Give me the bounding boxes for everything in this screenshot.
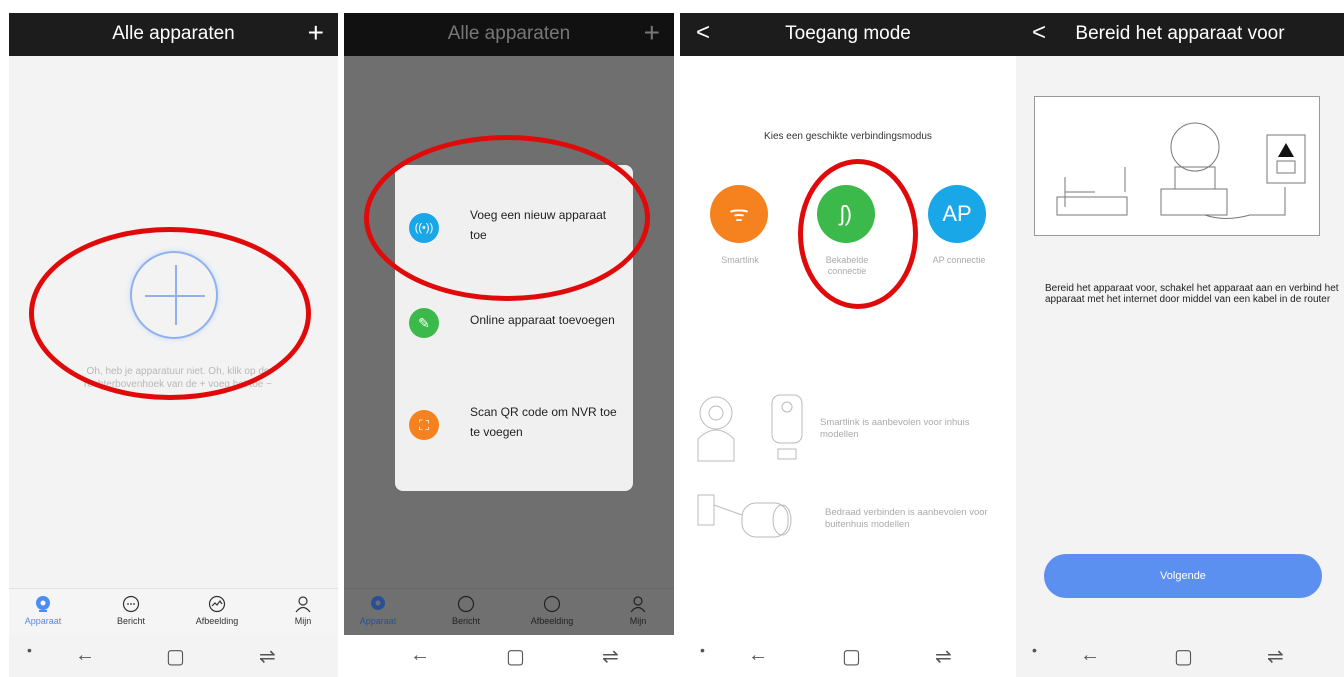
nav-mijn[interactable]: Mijn <box>608 595 668 626</box>
mode-ap[interactable]: AP AP connectie <box>924 185 994 265</box>
scan-icon: ⛶ <box>409 410 439 440</box>
system-nav-bar: ← ▢ ⇌ <box>344 635 674 677</box>
dot-indicator: • <box>27 642 32 658</box>
menu-item-label: Online apparaat toevoegen <box>470 313 615 327</box>
ap-icon: AP <box>928 185 986 243</box>
annotation-circle <box>29 227 311 400</box>
mode-label: AP connectie <box>932 255 986 265</box>
edit-icon: ✎ <box>409 308 439 338</box>
router-setup-illustration <box>1034 96 1320 236</box>
top-bar: < Bereid het apparaat voor <box>1016 13 1344 56</box>
gallery-icon <box>208 595 226 613</box>
page-title: Toegang mode <box>785 23 911 44</box>
nav-label: Mijn <box>629 616 647 626</box>
back-icon[interactable]: ← <box>748 644 768 667</box>
menu-item-label: Scan QR code om NVR toe te voegen <box>470 405 617 439</box>
top-bar: < Toegang mode <box>680 13 1016 56</box>
hint-indoor: Smartlink is aanbevolen voor inhuis mode… <box>820 417 970 440</box>
wifi-icon: ᯤ <box>710 185 768 243</box>
add-device-button[interactable]: + <box>644 17 660 49</box>
top-bar: Alle apparaten + <box>9 13 338 56</box>
nav-bericht[interactable]: Bericht <box>436 595 496 626</box>
switch-icon[interactable]: ⇌ <box>259 644 276 669</box>
system-nav-bar: • ← ▢ ⇌ <box>9 635 338 677</box>
message-icon <box>457 595 475 613</box>
message-icon <box>122 595 140 613</box>
next-button[interactable]: Volgende <box>1044 554 1322 598</box>
dot-indicator: • <box>1032 642 1037 658</box>
system-nav-bar: • ← ▢ ⇌ <box>1016 635 1344 677</box>
nav-label: Apparaat <box>359 616 397 626</box>
page-title: Alle apparaten <box>447 23 571 44</box>
back-icon[interactable]: ← <box>75 644 95 667</box>
recents-icon[interactable]: ▢ <box>842 644 861 669</box>
menu-item-scan-qr[interactable]: ⛶ Scan QR code om NVR toe te voegen <box>395 390 633 460</box>
nav-bericht[interactable]: Bericht <box>101 595 161 626</box>
switch-icon[interactable]: ⇌ <box>935 644 952 669</box>
bottom-navigation: Apparaat Bericht Afbeelding Mijn <box>344 588 674 635</box>
menu-item-online-device[interactable]: ✎ Online apparaat toevoegen <box>395 300 633 360</box>
switch-icon[interactable]: ⇌ <box>1267 644 1284 669</box>
gallery-icon <box>543 595 561 613</box>
page-title: Bereid het apparaat voor <box>1075 23 1285 44</box>
user-icon <box>630 596 646 613</box>
nav-label: Afbeelding <box>195 616 239 626</box>
user-icon <box>295 596 311 613</box>
hint-outdoor: Bedraad verbinden is aanbevolen voor bui… <box>825 507 988 530</box>
screen-prepare-device: < Bereid het apparaat voor Bereid het ap… <box>1016 13 1344 677</box>
instruction-text: Bereid het apparaat voor, schakel het ap… <box>1045 283 1339 305</box>
page-title: Alle apparaten <box>112 23 235 44</box>
indoor-camera-illustration <box>697 394 803 462</box>
nav-label: Apparaat <box>24 616 62 626</box>
nav-afbeelding[interactable]: Afbeelding <box>522 595 582 626</box>
bottom-navigation: Apparaat Bericht Afbeelding Mijn <box>9 588 338 635</box>
outdoor-camera-illustration <box>697 494 792 538</box>
camera-icon <box>36 596 50 612</box>
recents-icon[interactable]: ▢ <box>1174 644 1193 669</box>
annotation-circle <box>364 135 650 301</box>
next-button-label: Volgende <box>1160 570 1206 582</box>
nav-afbeelding[interactable]: Afbeelding <box>187 595 247 626</box>
nav-label: Bericht <box>451 616 480 626</box>
nav-apparaat[interactable]: Apparaat <box>348 595 408 626</box>
mode-label: Smartlink <box>721 255 759 265</box>
nav-label: Mijn <box>294 616 312 626</box>
switch-icon[interactable]: ⇌ <box>602 644 619 669</box>
add-device-button[interactable]: + <box>308 17 324 49</box>
back-icon[interactable]: ← <box>410 644 430 667</box>
screen-all-devices: Alle apparaten + Oh, heb je apparatuur n… <box>9 13 338 677</box>
screen-access-mode: < Toegang mode Kies een geschikte verbin… <box>680 13 1016 677</box>
top-bar: Alle apparaten + <box>344 13 674 56</box>
camera-icon <box>371 596 385 610</box>
recents-icon[interactable]: ▢ <box>166 644 185 669</box>
screen-add-menu: Alle apparaten + ((•)) Voeg een nieuw ap… <box>344 13 674 677</box>
annotation-circle <box>798 159 918 309</box>
back-icon[interactable]: ← <box>1080 644 1100 667</box>
nav-apparaat[interactable]: Apparaat <box>13 595 73 626</box>
nav-label: Afbeelding <box>530 616 574 626</box>
dot-indicator: • <box>700 642 705 658</box>
mode-smartlink[interactable]: ᯤ Smartlink <box>710 185 770 265</box>
mode-subtitle: Kies een geschikte verbindingsmodus <box>764 131 932 142</box>
nav-label: Bericht <box>116 616 145 626</box>
nav-mijn[interactable]: Mijn <box>273 595 333 626</box>
recents-icon[interactable]: ▢ <box>506 644 525 669</box>
system-nav-bar: • ← ▢ ⇌ <box>680 635 1016 677</box>
